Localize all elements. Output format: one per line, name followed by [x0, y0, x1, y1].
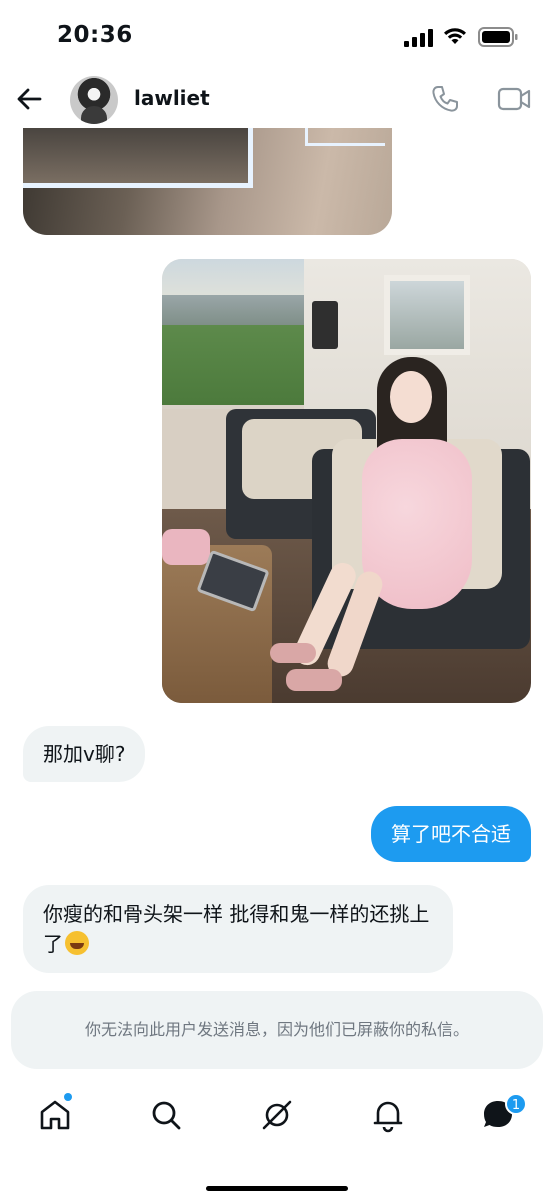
messages-unread-badge: 1 — [505, 1093, 527, 1115]
incoming-image-message[interactable] — [23, 128, 392, 235]
photo-detail — [162, 295, 307, 325]
wifi-icon — [444, 28, 466, 44]
home-notification-dot — [64, 1093, 72, 1101]
home-icon[interactable] — [37, 1097, 73, 1133]
message-text: 算了吧不合适 — [391, 822, 511, 846]
incoming-message-bubble[interactable]: 你瘦的和骨头架一样 批得和鬼一样的还挑上了 — [23, 885, 453, 973]
bottom-navigation: 1 — [0, 1087, 554, 1147]
home-indicator — [206, 1186, 348, 1191]
cellular-signal-icon — [404, 29, 433, 47]
message-text: 那加v聊? — [43, 742, 126, 766]
phone-icon[interactable] — [430, 84, 460, 114]
photo-detail — [286, 669, 342, 691]
status-time: 20:36 — [57, 22, 133, 48]
outgoing-message-bubble[interactable]: 算了吧不合适 — [371, 806, 531, 862]
avatar[interactable] — [70, 76, 118, 124]
message-text: 你瘦的和骨头架一样 批得和鬼一样的还挑上了 — [43, 902, 430, 956]
back-arrow-icon[interactable] — [14, 84, 44, 114]
incoming-message-bubble[interactable]: 那加v聊? — [23, 726, 146, 782]
blocked-dm-notice: 你无法向此用户发送消息，因为他们已屏蔽你的私信。 — [11, 991, 543, 1069]
notifications-bell-icon[interactable] — [370, 1097, 406, 1133]
photo-detail — [305, 128, 385, 146]
search-icon[interactable] — [148, 1097, 184, 1133]
conversation-header: lawliet — [0, 72, 554, 128]
username[interactable]: lawliet — [134, 86, 210, 110]
video-call-icon[interactable] — [497, 85, 531, 113]
grok-icon[interactable] — [259, 1097, 295, 1133]
photo-detail — [270, 643, 316, 663]
photo-detail — [23, 128, 253, 188]
outgoing-image-message[interactable] — [162, 259, 531, 703]
photo-detail — [162, 529, 210, 565]
photo-detail — [312, 301, 338, 349]
blocked-notice-text: 你无法向此用户发送消息，因为他们已屏蔽你的私信。 — [84, 1020, 469, 1039]
rolling-laughing-emoji-icon — [65, 931, 89, 955]
photo-detail — [384, 275, 470, 355]
status-bar: 20:36 — [0, 0, 554, 72]
photo-detail — [162, 325, 307, 405]
battery-icon — [478, 27, 518, 47]
message-list[interactable]: 那加v聊? 算了吧不合适 你瘦的和骨头架一样 批得和鬼一样的还挑上了 — [0, 128, 554, 990]
photo-detail — [390, 371, 432, 423]
